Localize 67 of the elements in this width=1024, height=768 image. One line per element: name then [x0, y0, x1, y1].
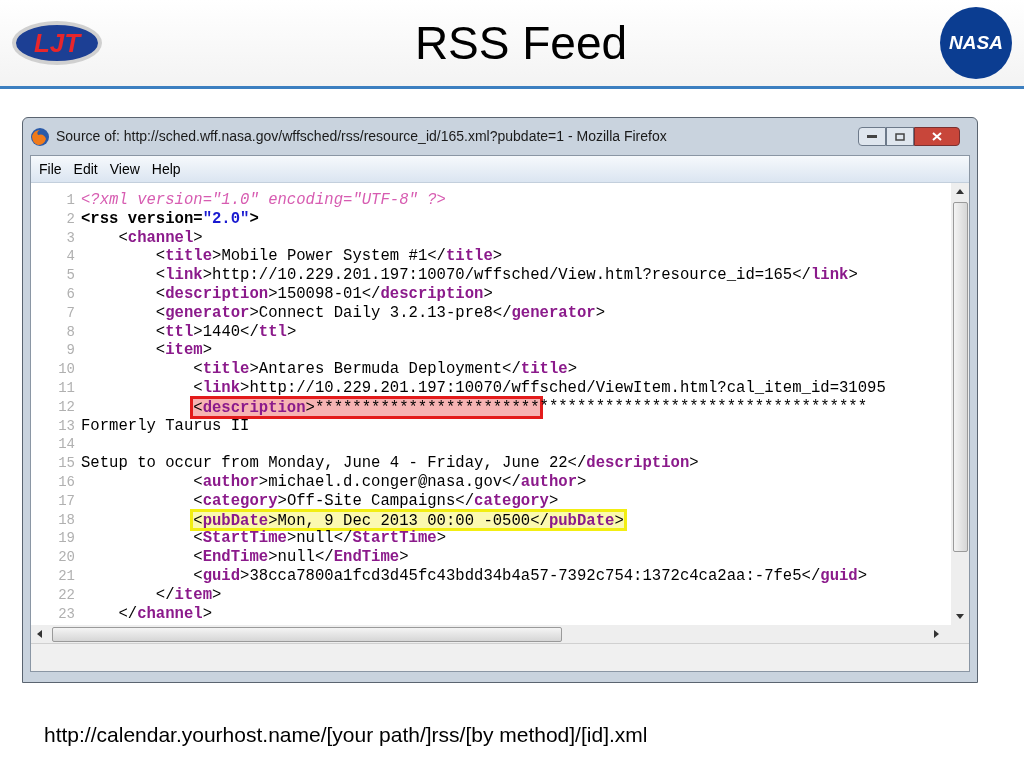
line-number: 17: [57, 491, 76, 511]
code-line: <title>Antares Bermuda Deployment</title>: [192, 360, 577, 379]
line-number: 8: [65, 322, 76, 342]
line-number: 15: [57, 454, 76, 473]
code-line: <channel>: [117, 228, 203, 248]
line-number: 20: [57, 548, 76, 567]
logo: NASA: [940, 7, 1012, 79]
maximize-icon: [895, 132, 905, 141]
line-number: 6: [65, 285, 76, 304]
close-button[interactable]: [914, 127, 960, 146]
code-line: <EndTime>null</EndTime>: [192, 548, 409, 567]
menu-item[interactable]: Help: [147, 158, 185, 180]
line-number: 23: [57, 604, 76, 624]
window-title: Source of: http://sched.wff.nasa.gov/wffsched/rss/resource_id/165.xml?pubdate=1 - Mozilla Firefox: [56, 127, 668, 146]
code-line: <link>http://10.229.201.197:10070/wffsched/View.html?resource_id=165</link>: [154, 266, 858, 285]
line-number: 1: [65, 191, 76, 210]
menu-item[interactable]: Edit: [69, 158, 102, 180]
scroll-down-icon: [956, 614, 964, 619]
line-number: 9: [65, 341, 76, 361]
line-number: 18: [57, 510, 76, 530]
code-line: <StartTime>null</StartTime>: [192, 529, 446, 549]
code-line: <generator>Connect Daily 3.2.13-pre8</generator>: [154, 303, 606, 323]
code-line: <title>Mobile Power System #1</title>: [154, 247, 503, 267]
code-line: <rss version="2.0">: [81, 209, 259, 229]
menu-item[interactable]: File: [35, 158, 66, 180]
line-number: 11: [57, 378, 76, 398]
scroll-up-icon: [956, 189, 964, 194]
line-number: 19: [57, 529, 76, 549]
vertical-scrollbar[interactable]: [951, 183, 969, 625]
line-number: 4: [65, 247, 76, 267]
line-number: 22: [57, 585, 76, 605]
logo: LJT: [12, 21, 102, 65]
footer-text: http://calendar.yourhost.name/[your path/]rss/[by method]/[id].xml: [44, 721, 648, 748]
maximize-button[interactable]: [886, 127, 914, 146]
code-line: <item>: [154, 341, 213, 361]
close-icon: [932, 132, 942, 141]
code-line: </channel>: [117, 604, 213, 624]
code-line: <ttl>1440</ttl>: [154, 322, 297, 342]
line-number: 10: [57, 360, 76, 379]
code-line: <link>http://10.229.201.197:10070/wffsched/ViewItem.html?cal_item_id=31095: [192, 378, 886, 398]
browser-icon: [30, 126, 50, 147]
code-line: <category>Off-Site Campaigns</category>: [192, 491, 559, 511]
scrollbar-thumb[interactable]: [952, 202, 968, 552]
line-number: 2: [65, 209, 76, 229]
scroll-right-icon: [934, 630, 939, 638]
scrollbar-thumb[interactable]: [52, 626, 562, 642]
scroll-left-icon: [37, 630, 42, 638]
code-line: <guid>38cca7800a1fcd3d45fc43bdd34b4a57-7392c754:1372c4ca2aa:-7fe5</guid>: [192, 566, 868, 586]
line-number: 16: [57, 472, 76, 492]
code-line: <description>150098-01</description>: [154, 285, 493, 304]
line-number: 3: [65, 228, 76, 248]
menu-item[interactable]: View: [105, 158, 144, 180]
code-line: <?xml version="1.0" encoding="UTF-8" ?>: [81, 191, 446, 210]
code-line: Setup to occur from Monday, June 4 - Friday, June 22</description>: [81, 454, 699, 473]
line-number: 14: [57, 435, 76, 455]
line-number: 7: [65, 303, 76, 323]
minimize-icon: [867, 135, 877, 138]
code-line: Formerly Taurus II: [81, 416, 250, 436]
code-line: <author>michael.d.conger@nasa.gov</author>: [192, 472, 587, 492]
line-number: 13: [57, 416, 76, 436]
minimize-button[interactable]: [858, 127, 886, 146]
horizontal-scrollbar[interactable]: [31, 625, 969, 643]
line-number: 5: [65, 266, 76, 285]
line-number: 12: [57, 397, 76, 417]
slide-title: RSS Feed: [414, 15, 628, 71]
code-line: </item>: [154, 585, 222, 605]
line-number: 21: [57, 566, 76, 586]
